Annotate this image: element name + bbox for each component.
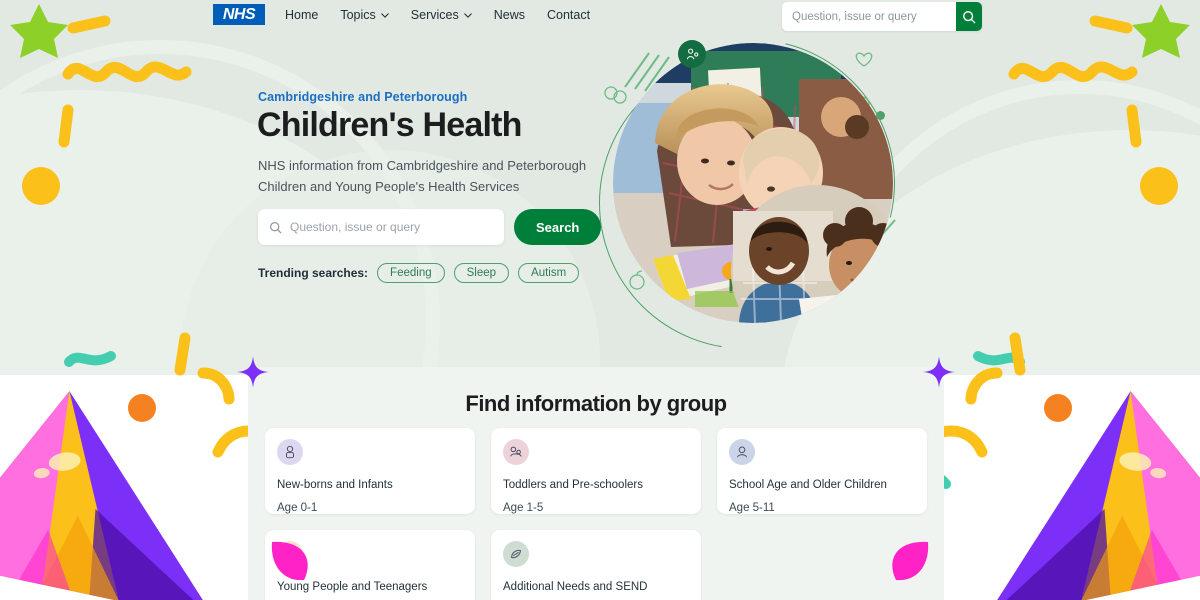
page-root: NHS Home Topics Services News Contact Qu…: [0, 0, 1200, 600]
toddler-icon: [503, 439, 529, 465]
search-icon: [270, 221, 282, 233]
nav-label: Topics: [340, 8, 376, 22]
nav-label: Contact: [546, 8, 591, 22]
chevron-down-icon: [463, 12, 472, 18]
nav-item-topics[interactable]: Topics: [340, 8, 389, 22]
card-age: Age 1-5: [503, 501, 544, 514]
party-popper-icon: [0, 391, 260, 600]
group-card-newborns[interactable]: New-borns and Infants Age 0-1: [265, 428, 475, 514]
trending-searches: Trending searches: Feeding Sleep Autism: [258, 263, 580, 283]
nav-item-news[interactable]: News: [494, 8, 525, 22]
group-card-school-age[interactable]: School Age and Older Children Age 5-11: [717, 428, 927, 514]
nav-label: Services: [410, 8, 459, 22]
nav-item-home[interactable]: Home: [285, 8, 318, 22]
card-age: Age 5-11: [729, 501, 775, 514]
sparkle-icon: [923, 356, 955, 388]
card-age: Age 0-1: [277, 501, 318, 514]
find-by-group-panel: Find information by group New-borns and …: [237, 356, 955, 600]
faces-icon: [604, 86, 627, 104]
group-card-toddlers[interactable]: Toddlers and Pre-schoolers Age 1-5: [491, 428, 701, 514]
hero-subtitle: NHS information from Cambridgeshire and …: [258, 158, 587, 195]
trending-chip-sleep[interactable]: Sleep: [453, 263, 510, 283]
infant-icon: [277, 439, 303, 465]
hero-search-button[interactable]: Search: [514, 209, 602, 245]
hero-image: [613, 43, 893, 323]
toddler-glyph-icon: [510, 446, 522, 457]
main-navigation: Home Topics Services News Contact: [285, 8, 590, 22]
header-search: [782, 2, 982, 31]
card-title: Additional Needs and SEND: [503, 581, 648, 593]
page-title: Children's Health: [257, 106, 522, 144]
chevron-down-icon: [381, 12, 389, 18]
hero-eyebrow: Cambridgeshire and Peterborough: [258, 90, 468, 104]
card-title: New-borns and Infants: [277, 479, 393, 491]
nav-label: Home: [285, 8, 319, 22]
nav-label: News: [493, 8, 525, 22]
child-icon: [729, 439, 755, 465]
group-card-send[interactable]: Additional Needs and SEND All ages: [491, 530, 701, 600]
teenager-icon: [277, 541, 303, 567]
trending-chip-feeding[interactable]: Feeding: [377, 263, 445, 283]
trending-label: Trending searches:: [258, 266, 369, 280]
group-card-list: New-borns and Infants Age 0-1 Toddlers a…: [265, 428, 927, 600]
header-search-button[interactable]: [956, 2, 982, 31]
wellbeing-badge-icon: [678, 40, 706, 68]
hero-media: [597, 33, 897, 349]
group-card-teenagers[interactable]: Young People and Teenagers Age 11-19: [265, 530, 475, 600]
nav-item-services[interactable]: Services: [411, 8, 472, 22]
infant-glyph-icon: [286, 445, 294, 459]
card-title: Young People and Teenagers: [277, 581, 428, 593]
header-search-input[interactable]: [782, 2, 956, 31]
site-header: NHS Home Topics Services News Contact Qu…: [0, 0, 1200, 33]
card-title: School Age and Older Children: [729, 479, 887, 491]
party-popper-icon: [940, 391, 1200, 600]
send-glyph-icon: [511, 549, 521, 559]
teenager-glyph-icon: [286, 548, 294, 559]
child-glyph-icon: [737, 446, 747, 458]
trending-chip-autism[interactable]: Autism: [518, 263, 580, 283]
nhs-logo[interactable]: NHS: [213, 4, 265, 25]
section-title: Find information by group: [465, 391, 727, 416]
hero-search-form: Search: [258, 209, 602, 245]
sparkle-icon: [237, 356, 269, 388]
parent-child-icon: [686, 48, 698, 59]
card-title: Toddlers and Pre-schoolers: [503, 479, 643, 491]
nav-item-contact[interactable]: Contact: [547, 8, 590, 22]
send-icon: [503, 541, 529, 567]
hero-search-field: [258, 209, 504, 245]
heart-hands-icon: [855, 52, 873, 67]
search-icon: [963, 10, 976, 23]
hero-search-input[interactable]: [290, 220, 493, 234]
hero-photo-illustration: [613, 43, 893, 323]
